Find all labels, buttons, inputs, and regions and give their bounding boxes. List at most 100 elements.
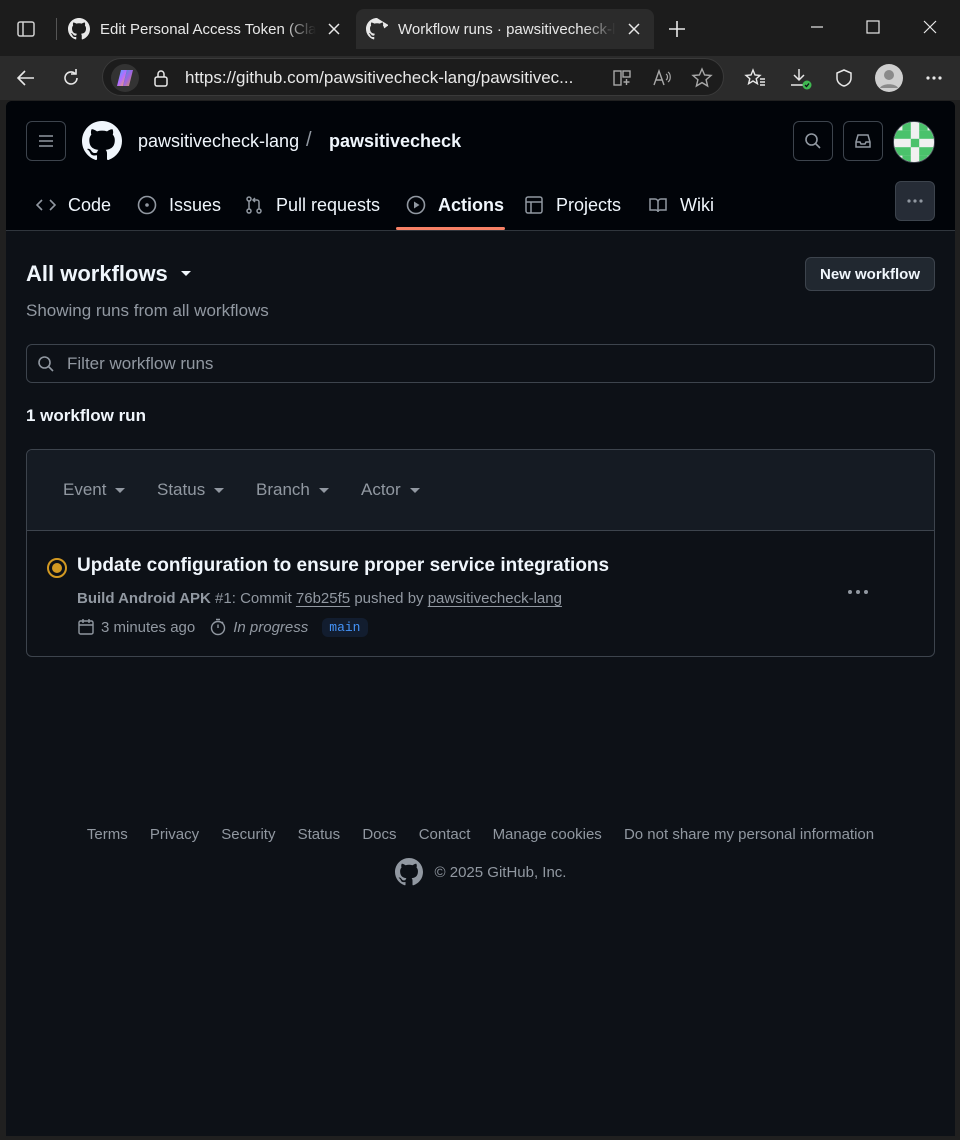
filter-status-dropdown[interactable]: Status xyxy=(157,480,225,500)
github-favicon-icon xyxy=(68,18,90,40)
footer-link-security[interactable]: Security xyxy=(221,826,275,843)
play-icon xyxy=(406,195,426,215)
read-aloud-icon[interactable] xyxy=(651,67,673,89)
footer-link-privacy[interactable]: Privacy xyxy=(150,826,199,843)
footer-copyright: © 2025 GitHub, Inc. xyxy=(6,858,955,886)
refresh-icon[interactable] xyxy=(55,62,87,94)
maximize-icon[interactable] xyxy=(853,12,893,42)
copilot-icon[interactable] xyxy=(111,64,139,92)
search-icon[interactable] xyxy=(793,121,833,161)
book-icon xyxy=(649,198,667,213)
page-title: All workflows xyxy=(26,261,168,286)
pull-request-icon xyxy=(246,196,262,214)
split-screen-icon[interactable] xyxy=(611,67,633,89)
repo-nav: Code Issues Pull requests Actions Projec… xyxy=(6,179,955,231)
favorites-icon[interactable] xyxy=(739,62,771,94)
browser-essentials-icon[interactable] xyxy=(828,62,860,94)
tab-code-label: Code xyxy=(68,194,112,215)
filter-status-label: Status xyxy=(157,480,206,499)
run-title[interactable]: Update configuration to ensure proper se… xyxy=(77,555,609,577)
footer-link-contact[interactable]: Contact xyxy=(419,826,471,843)
site-info-icon[interactable] xyxy=(151,68,171,88)
more-options-icon[interactable] xyxy=(895,181,935,221)
tab-wiki-label: Wiki xyxy=(680,194,714,215)
tab-strip: Edit Personal Access Token (Classic) Wor… xyxy=(0,0,960,56)
tab-wiki[interactable]: Wiki xyxy=(648,179,714,231)
caret-down-icon xyxy=(214,487,225,493)
back-icon[interactable] xyxy=(10,62,42,94)
actor-link[interactable]: pawsitivecheck-lang xyxy=(428,590,562,607)
tab-issues-label: Issues xyxy=(169,194,222,215)
branch-tag[interactable]: main xyxy=(322,617,368,637)
filter-event-label: Event xyxy=(63,480,107,499)
filter-input[interactable] xyxy=(67,345,927,382)
footer-link-do-not-share[interactable]: Do not share my personal information xyxy=(624,826,874,843)
commit-link[interactable]: 76b25f5 xyxy=(296,590,350,607)
workflows-title[interactable]: All workflows xyxy=(26,261,192,287)
stopwatch-icon xyxy=(211,618,226,636)
profile-icon[interactable] xyxy=(873,62,905,94)
tab-label: Workflow runs · pawsitivecheck-lang/paws… xyxy=(398,20,616,38)
filter-actor-dropdown[interactable]: Actor xyxy=(361,480,420,500)
filter-box xyxy=(26,344,935,383)
run-time: 3 minutes ago xyxy=(101,618,196,636)
breadcrumb-owner[interactable]: pawsitivecheck-lang xyxy=(138,131,299,152)
tab-issues[interactable]: Issues xyxy=(137,179,221,231)
tab-pull-requests[interactable]: Pull requests xyxy=(244,179,380,231)
address-bar[interactable]: https://github.com/pawsitivecheck-lang/p… xyxy=(102,58,724,96)
github-favicon-icon xyxy=(366,18,388,40)
tab-actions[interactable]: Actions xyxy=(406,179,504,231)
caret-down-icon xyxy=(115,487,126,493)
url-text: https://github.com/pawsitivecheck-lang/p… xyxy=(185,68,574,87)
repo-header: pawsitivecheck-lang / pawsitivecheck Cod… xyxy=(6,101,955,231)
run-more-options-icon[interactable] xyxy=(843,580,873,604)
filter-bar: Event Status Branch Actor xyxy=(27,450,934,531)
filter-branch-dropdown[interactable]: Branch xyxy=(256,480,329,500)
copyright-text: © 2025 GitHub, Inc. xyxy=(434,863,567,881)
tab-code[interactable]: Code xyxy=(36,179,111,231)
close-window-icon[interactable] xyxy=(910,12,950,42)
settings-more-icon[interactable] xyxy=(918,62,950,94)
footer-link-manage-cookies[interactable]: Manage cookies xyxy=(493,826,602,843)
browser-tab-workflow-runs[interactable]: Workflow runs · pawsitivecheck-lang/paws… xyxy=(356,9,654,49)
close-tab-icon[interactable] xyxy=(324,19,344,39)
workflow-name: Build Android APK xyxy=(77,590,211,607)
calendar-icon xyxy=(78,619,94,635)
tab-separator xyxy=(56,18,57,40)
code-icon xyxy=(36,199,56,211)
tab-projects[interactable]: Projects xyxy=(524,179,621,231)
commit-prefix: : Commit xyxy=(231,590,292,607)
sidebar-toggle-icon[interactable] xyxy=(10,14,42,44)
downloads-icon[interactable] xyxy=(784,62,816,94)
filter-actor-label: Actor xyxy=(361,480,401,499)
breadcrumb-separator: / xyxy=(306,129,312,151)
menu-icon[interactable] xyxy=(26,121,66,161)
minimize-icon[interactable] xyxy=(797,12,837,42)
tab-projects-label: Projects xyxy=(556,194,622,215)
run-details: 3 minutes ago In progress main xyxy=(77,615,368,639)
close-tab-icon[interactable] xyxy=(624,19,644,39)
footer-link-docs[interactable]: Docs xyxy=(362,826,396,843)
browser-toolbar: https://github.com/pawsitivecheck-lang/p… xyxy=(0,56,960,100)
inbox-icon[interactable] xyxy=(843,121,883,161)
favorite-star-icon[interactable] xyxy=(691,67,713,89)
browser-tab-edit-token[interactable]: Edit Personal Access Token (Classic) xyxy=(58,10,354,48)
active-tab-indicator xyxy=(396,227,505,230)
breadcrumb-repo[interactable]: pawsitivecheck xyxy=(329,131,461,152)
caret-down-icon xyxy=(318,487,329,493)
footer-link-status[interactable]: Status xyxy=(298,826,341,843)
run-number: #1 xyxy=(215,590,232,607)
new-tab-icon[interactable] xyxy=(664,16,690,42)
run-status-text: In progress xyxy=(233,618,309,636)
github-logo-icon[interactable] xyxy=(394,858,423,886)
pushed-by-label: pushed by xyxy=(354,590,424,607)
filter-event-dropdown[interactable]: Event xyxy=(63,480,126,500)
new-workflow-button[interactable]: New workflow xyxy=(805,257,935,291)
footer-link-terms[interactable]: Terms xyxy=(87,826,128,843)
caret-down-icon xyxy=(180,271,191,276)
user-avatar[interactable] xyxy=(893,121,935,163)
issue-icon xyxy=(137,195,157,215)
github-logo-icon[interactable] xyxy=(82,121,122,161)
browser-window: Edit Personal Access Token (Classic) Wor… xyxy=(0,0,960,1140)
page-subtitle: Showing runs from all workflows xyxy=(26,301,269,320)
